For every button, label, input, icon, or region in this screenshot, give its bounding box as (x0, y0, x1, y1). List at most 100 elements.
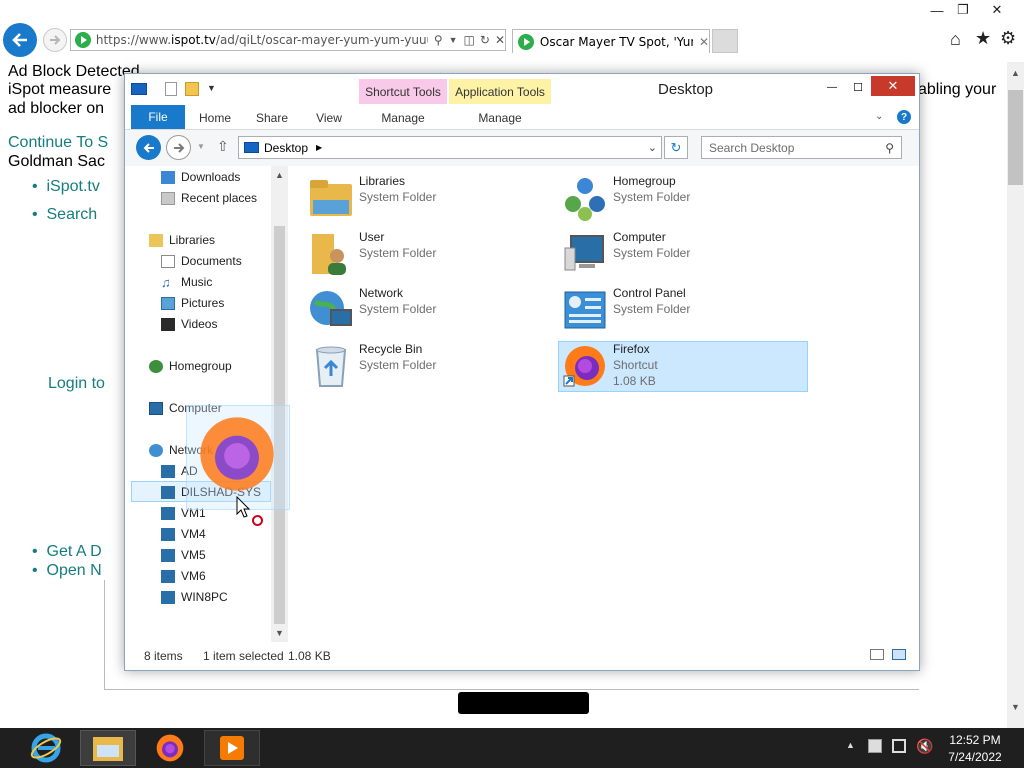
browser-tab[interactable]: Oscar Mayer TV Spot, 'Yum... ✕ (512, 29, 710, 53)
file-explorer-icon (93, 737, 123, 761)
nav-item-pc[interactable]: VM4 (161, 527, 206, 541)
item-homegroup[interactable]: Homegroup System Folder (561, 174, 690, 222)
taskbar-explorer[interactable] (80, 730, 136, 766)
explorer-window[interactable]: ▼ Shortcut Tools Application Tools Deskt… (124, 73, 920, 671)
properties-icon[interactable] (165, 82, 177, 96)
refresh-icon[interactable]: ↻ (480, 33, 490, 47)
dropdown-icon[interactable]: ▼ (449, 35, 458, 45)
large-icons-view-icon[interactable] (892, 649, 906, 660)
page-frame-line (104, 689, 919, 690)
item-computer[interactable]: Computer System Folder (561, 230, 690, 278)
list-item[interactable]: • Open N (32, 562, 102, 580)
firefox-drag-icon (200, 417, 274, 491)
search-icon[interactable]: ⚲ (434, 33, 443, 47)
nav-item-downloads[interactable]: Downloads (161, 170, 240, 184)
tab-favicon (518, 33, 534, 50)
tab-view[interactable]: View (303, 108, 355, 128)
breadcrumb-desktop[interactable]: Desktop (264, 141, 308, 155)
up-arrow-icon[interactable]: ⇧ (217, 138, 229, 155)
tab-close-icon[interactable]: ✕ (699, 35, 709, 49)
explorer-minimize-button[interactable]: — (819, 78, 845, 96)
network-icon (310, 291, 352, 326)
nav-item-videos[interactable]: Videos (161, 317, 217, 331)
media-player-icon (220, 736, 244, 760)
nav-scrollbar[interactable]: ▲ ▼ (271, 166, 288, 642)
page-frame-line (104, 580, 105, 690)
new-tab-button[interactable] (712, 29, 738, 53)
clock-date[interactable]: 7/24/2022 (940, 750, 1010, 764)
item-control-panel[interactable]: Control Panel System Folder (561, 286, 690, 334)
compat-icon[interactable]: ◫ (464, 33, 475, 47)
scrollbar-thumb[interactable] (1008, 90, 1023, 185)
ad-block-heading: Ad Block Detected (8, 63, 140, 80)
nav-item-homegroup[interactable]: Homegroup (149, 359, 232, 373)
desktop-icon (244, 142, 259, 153)
refresh-button[interactable]: ↻ (664, 136, 688, 159)
user-folder-icon (312, 234, 346, 275)
nav-item-music[interactable]: ♫ Music (161, 275, 212, 289)
recent-dropdown-icon[interactable]: ▼ (197, 142, 205, 151)
stop-icon[interactable]: ✕ (495, 33, 505, 47)
search-input[interactable]: Search Desktop ⚲ (701, 136, 902, 159)
qat-dropdown-icon[interactable]: ▼ (207, 83, 216, 93)
explorer-maximize-button[interactable]: ☐ (845, 78, 871, 96)
star-icon[interactable]: ★ (975, 28, 991, 49)
explorer-back-button[interactable] (136, 135, 161, 160)
navigation-pane[interactable]: Downloads Recent places Libraries Docume… (125, 166, 288, 642)
forward-arrow-icon (173, 142, 184, 153)
login-link[interactable]: Login to (48, 375, 105, 393)
clock-time[interactable]: 12:52 PM (940, 733, 1010, 747)
nav-item-pictures[interactable]: Pictures (161, 296, 224, 310)
tab-manage-application[interactable]: Manage (449, 108, 551, 128)
address-bar[interactable]: https://www.ispot.tv/ad/qiLt/oscar-mayer… (70, 29, 506, 51)
nav-item-libraries[interactable]: Libraries (149, 233, 215, 247)
explorer-forward-button[interactable] (166, 135, 191, 160)
tab-file[interactable]: File (131, 105, 185, 129)
new-folder-icon[interactable] (185, 82, 199, 96)
tab-share[interactable]: Share (245, 108, 299, 128)
chevron-down-icon[interactable]: ⌄ (648, 141, 657, 154)
nav-item-pc[interactable]: VM5 (161, 548, 206, 562)
taskbar-media-player[interactable] (204, 730, 260, 766)
home-icon[interactable]: ⌂ (950, 29, 961, 50)
continue-link[interactable]: Continue To S (8, 134, 108, 152)
search-icon: ⚲ (885, 140, 894, 155)
nav-item-documents[interactable]: Documents (161, 254, 242, 268)
taskbar-firefox[interactable] (142, 730, 198, 766)
item-libraries[interactable]: Libraries System Folder (307, 174, 436, 222)
pc-icon (161, 506, 175, 520)
network-tray-icon[interactable] (892, 739, 906, 753)
back-button[interactable] (3, 23, 37, 57)
tab-manage-shortcut[interactable]: Manage (359, 108, 447, 128)
item-user[interactable]: User System Folder (307, 230, 436, 278)
show-hidden-icons[interactable]: ▲ (846, 740, 855, 750)
item-network[interactable]: Network System Folder (307, 286, 436, 334)
list-item[interactable]: • iSpot.tv (32, 178, 100, 196)
restore-button[interactable]: ❐ (946, 0, 980, 20)
chevron-right-icon[interactable]: ▶ (316, 143, 322, 152)
taskbar-ie[interactable] (18, 730, 74, 766)
help-icon[interactable]: ? (897, 110, 911, 124)
item-firefox-shortcut[interactable]: Firefox Shortcut 1.08 KB (561, 342, 658, 390)
ribbon-expand-icon[interactable]: ⌄ (875, 111, 883, 122)
nav-item-pc[interactable]: VM6 (161, 569, 206, 583)
forward-button[interactable] (43, 28, 67, 52)
page-scrollbar[interactable]: ▲ ▼ (1007, 62, 1024, 728)
firefox-icon (156, 734, 184, 762)
volume-muted-icon[interactable]: 🔇 (916, 738, 933, 755)
list-item[interactable]: • Get A D (32, 543, 102, 561)
details-view-icon[interactable] (870, 649, 884, 660)
flag-icon[interactable] (868, 739, 882, 753)
breadcrumb[interactable]: Desktop ▶ ⌄ (238, 136, 662, 159)
explorer-close-button[interactable]: ✕ (871, 76, 915, 96)
firefox-icon (563, 346, 605, 387)
close-button[interactable]: ✕ (980, 0, 1014, 20)
back-arrow-icon (12, 33, 27, 47)
list-item[interactable]: • Search (32, 206, 97, 224)
item-recycle-bin[interactable]: Recycle Bin System Folder (307, 342, 436, 390)
nav-item-pc[interactable]: WIN8PC (161, 590, 228, 604)
gear-icon[interactable]: ⚙ (1000, 28, 1016, 49)
tab-title: Oscar Mayer TV Spot, 'Yum... (539, 34, 693, 49)
nav-item-recent-places[interactable]: Recent places (161, 191, 257, 205)
tab-home[interactable]: Home (189, 108, 241, 128)
